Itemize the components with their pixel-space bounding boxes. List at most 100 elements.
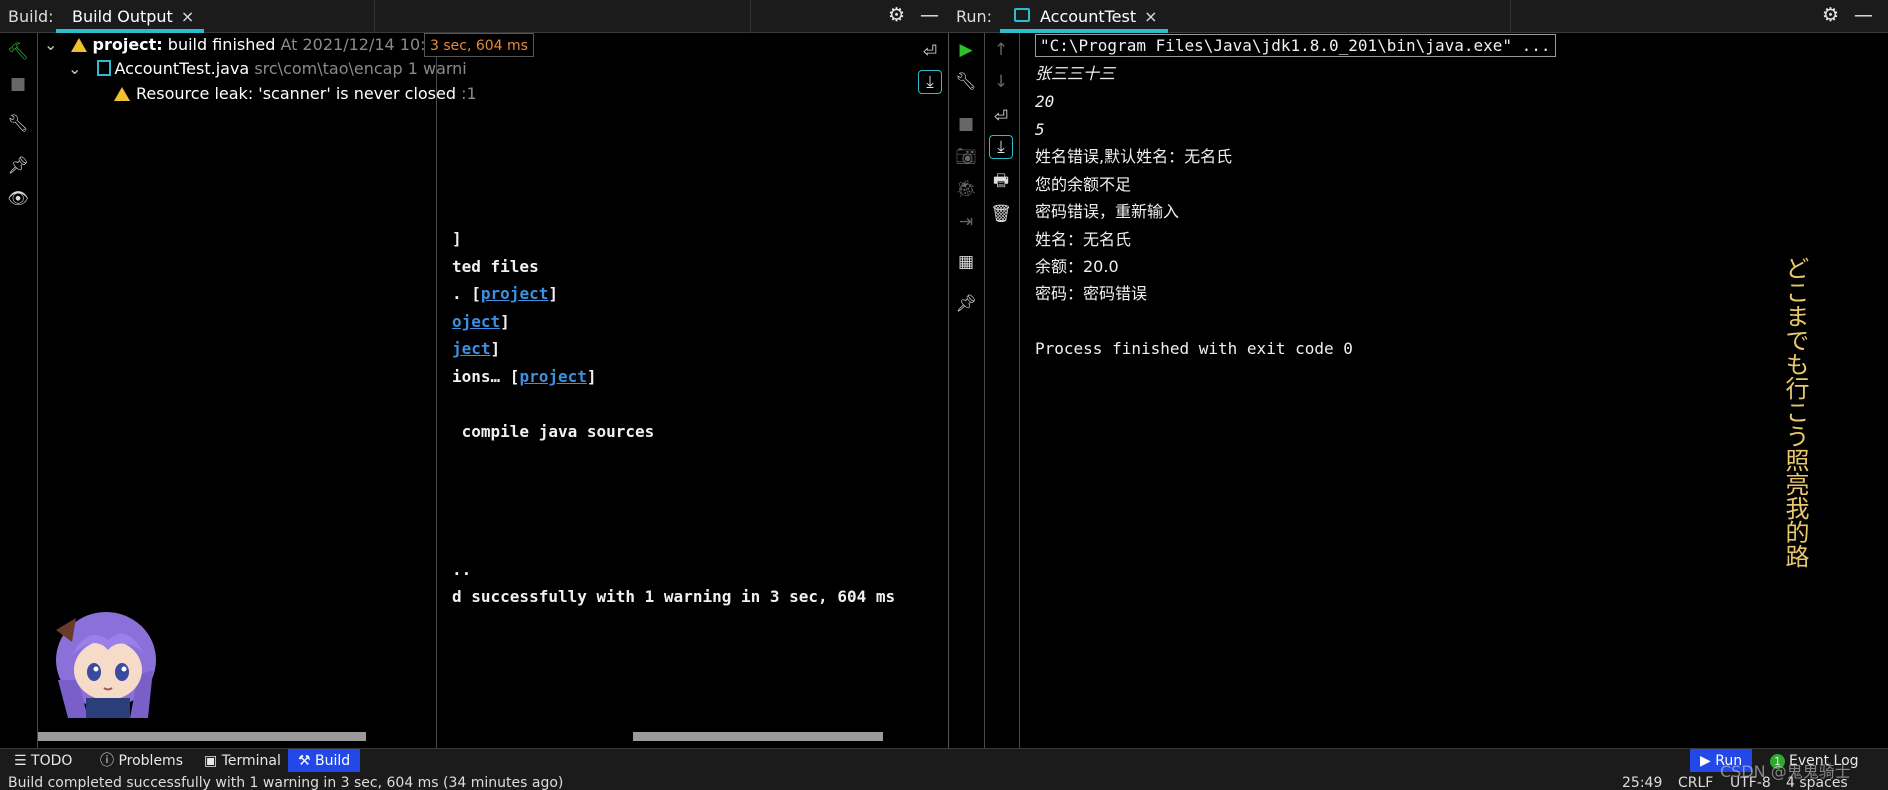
header-divider bbox=[1510, 0, 1511, 33]
tool-window-bar: ☰ TODO ⓘ Problems ▣ Terminal ⚒ Build ▶ R… bbox=[0, 748, 1888, 773]
tab-build-output-label: Build Output bbox=[72, 7, 173, 26]
console-input-line: 5 bbox=[1035, 120, 1045, 139]
pin-icon[interactable]: 📌︎ bbox=[954, 292, 978, 316]
line-separator[interactable]: CRLF bbox=[1678, 774, 1713, 790]
tool-terminal[interactable]: ▣ Terminal bbox=[194, 749, 291, 773]
build-console-line: .. bbox=[452, 560, 472, 579]
list-icon: ☰ bbox=[14, 753, 32, 769]
tree-warning-suffix: :1 bbox=[461, 84, 477, 103]
tool-build-label: Build bbox=[315, 753, 351, 769]
build-run-divider[interactable] bbox=[948, 33, 949, 748]
watermark: CSDN @鬼鬼骑士 bbox=[1720, 762, 1851, 781]
soft-wrap-icon[interactable]: ⏎ bbox=[989, 105, 1013, 129]
build-console-line: ted files bbox=[452, 257, 539, 276]
build-console-line: ject] bbox=[452, 339, 500, 359]
status-message[interactable]: Build completed successfully with 1 warn… bbox=[8, 774, 563, 790]
run-toolbar-divider bbox=[984, 33, 985, 748]
cursor-position[interactable]: 25:49 bbox=[1622, 774, 1662, 790]
pane-divider[interactable] bbox=[436, 57, 437, 748]
tree-file-row[interactable]: ⌄ AccountTest.java src\com\tao\encap 1 w… bbox=[68, 57, 467, 81]
mascot-image bbox=[48, 600, 166, 718]
soft-wrap-icon[interactable]: ⏎ bbox=[918, 40, 942, 64]
console-output-line: 姓名：无名氏 bbox=[1035, 230, 1132, 249]
tool-todo-label: TODO bbox=[31, 753, 73, 769]
play-icon: ▶ bbox=[1700, 753, 1716, 769]
console-icon bbox=[1014, 8, 1030, 22]
text: ] bbox=[548, 284, 558, 303]
hammer-icon: ⚒ bbox=[298, 753, 316, 769]
status-bar: Build completed successfully with 1 warn… bbox=[0, 772, 1888, 790]
project-link[interactable]: ject bbox=[452, 339, 491, 358]
wrench-icon[interactable]: 🔧︎ bbox=[6, 112, 30, 136]
run-command-line: "C:\Program Files\Java\jdk1.8.0_201\bin\… bbox=[1035, 34, 1556, 57]
scroll-to-end-icon[interactable]: ⤓ bbox=[918, 70, 942, 94]
build-label: Build: bbox=[8, 7, 54, 26]
tool-todo[interactable]: ☰ TODO bbox=[4, 749, 82, 773]
debug-icon[interactable]: 🐞︎ bbox=[954, 177, 978, 201]
tree-hscrollbar[interactable] bbox=[38, 732, 366, 741]
tree-root-project: project: bbox=[92, 35, 163, 54]
process-exit-line: Process finished with exit code 0 bbox=[1035, 339, 1353, 358]
tool-terminal-label: Terminal bbox=[221, 753, 281, 769]
tool-problems[interactable]: ⓘ Problems bbox=[90, 749, 193, 773]
scroll-to-end-icon[interactable]: ⤓ bbox=[989, 135, 1013, 159]
hammer-icon[interactable]: 🔨︎ bbox=[6, 40, 30, 64]
warning-icon bbox=[114, 87, 130, 101]
console-output-line: 您的余额不足 bbox=[1035, 175, 1132, 194]
run-header: Run: AccountTest × ⚙ — bbox=[950, 0, 1888, 33]
arrow-down-icon[interactable]: ↓ bbox=[989, 70, 1013, 94]
text: ] bbox=[490, 339, 501, 358]
duration-badge: 3 sec, 604 ms bbox=[424, 33, 534, 57]
tab-build-output[interactable]: Build Output × bbox=[56, 0, 205, 33]
layout-icon[interactable]: ▦ bbox=[954, 250, 978, 274]
chevron-down-icon[interactable]: ⌄ bbox=[68, 59, 81, 78]
tool-build[interactable]: ⚒ Build bbox=[288, 749, 361, 773]
tab-account-test[interactable]: AccountTest × bbox=[1000, 0, 1168, 33]
close-icon[interactable]: × bbox=[181, 7, 194, 26]
trash-icon[interactable]: 🗑︎ bbox=[989, 202, 1013, 226]
build-console-line: ] bbox=[452, 229, 462, 248]
project-link[interactable]: oject bbox=[452, 312, 500, 331]
camera-icon[interactable]: 📷︎ bbox=[954, 145, 978, 169]
build-console-line: ions… [project] bbox=[452, 367, 597, 387]
arrow-up-icon[interactable]: ↑ bbox=[989, 38, 1013, 62]
console-output-line: 姓名错误,默认姓名：无名氏 bbox=[1035, 147, 1233, 166]
pin-icon[interactable]: 📌︎ bbox=[6, 154, 30, 178]
text: ions… [ bbox=[452, 367, 520, 386]
minimize-icon[interactable]: — bbox=[1854, 5, 1873, 25]
toolbar-divider bbox=[37, 33, 38, 748]
minimize-icon[interactable]: — bbox=[920, 5, 939, 25]
tree-root-row[interactable]: ⌄ project: build finished At 2021/12/14 … bbox=[44, 33, 469, 57]
project-link[interactable]: project bbox=[519, 367, 586, 386]
decorative-line-1: どこまでも行こう bbox=[1781, 256, 1809, 448]
build-console-line: compile java sources bbox=[452, 422, 655, 441]
terminal-icon: ▣ bbox=[204, 753, 222, 769]
tree-warning-row[interactable]: Resource leak: 'scanner' is never closed… bbox=[114, 82, 477, 106]
close-icon[interactable]: × bbox=[1144, 7, 1157, 26]
eye-icon[interactable]: 👁︎ bbox=[6, 187, 30, 211]
gear-icon[interactable]: ⚙ bbox=[888, 5, 905, 25]
decorative-vertical-text: どこまでも行こう照亮我的路 bbox=[1780, 256, 1810, 568]
console-input-line: 20 bbox=[1035, 92, 1055, 111]
project-link[interactable]: project bbox=[481, 284, 548, 303]
java-file-icon bbox=[96, 60, 111, 76]
console-output-line: 密码错误，重新输入 bbox=[1035, 202, 1180, 221]
tab-account-test-label: AccountTest bbox=[1040, 7, 1137, 26]
stop-icon[interactable]: ■ bbox=[954, 112, 978, 136]
build-console-line: oject] bbox=[452, 312, 510, 332]
decorative-line-2: 照亮我的路 bbox=[1781, 448, 1809, 568]
run-toolbar-divider bbox=[1019, 33, 1020, 748]
tree-file-path: src\com\tao\encap 1 warni bbox=[254, 59, 467, 78]
tree-root-text: build finished bbox=[162, 35, 276, 54]
wrench-icon[interactable]: 🔧︎ bbox=[954, 70, 978, 94]
rerun-icon[interactable]: ▶ bbox=[954, 38, 978, 62]
gear-icon[interactable]: ⚙ bbox=[1822, 5, 1839, 25]
console-hscrollbar[interactable] bbox=[633, 732, 883, 741]
chevron-down-icon[interactable]: ⌄ bbox=[44, 35, 57, 54]
info-icon: ⓘ bbox=[100, 753, 119, 769]
run-command[interactable]: "C:\Program Files\Java\jdk1.8.0_201\bin\… bbox=[1035, 34, 1556, 57]
print-icon[interactable]: 🖶︎ bbox=[989, 170, 1013, 194]
stop-icon[interactable]: ■ bbox=[6, 72, 30, 96]
header-divider bbox=[750, 0, 751, 33]
login-icon[interactable]: ⇥ bbox=[954, 210, 978, 234]
